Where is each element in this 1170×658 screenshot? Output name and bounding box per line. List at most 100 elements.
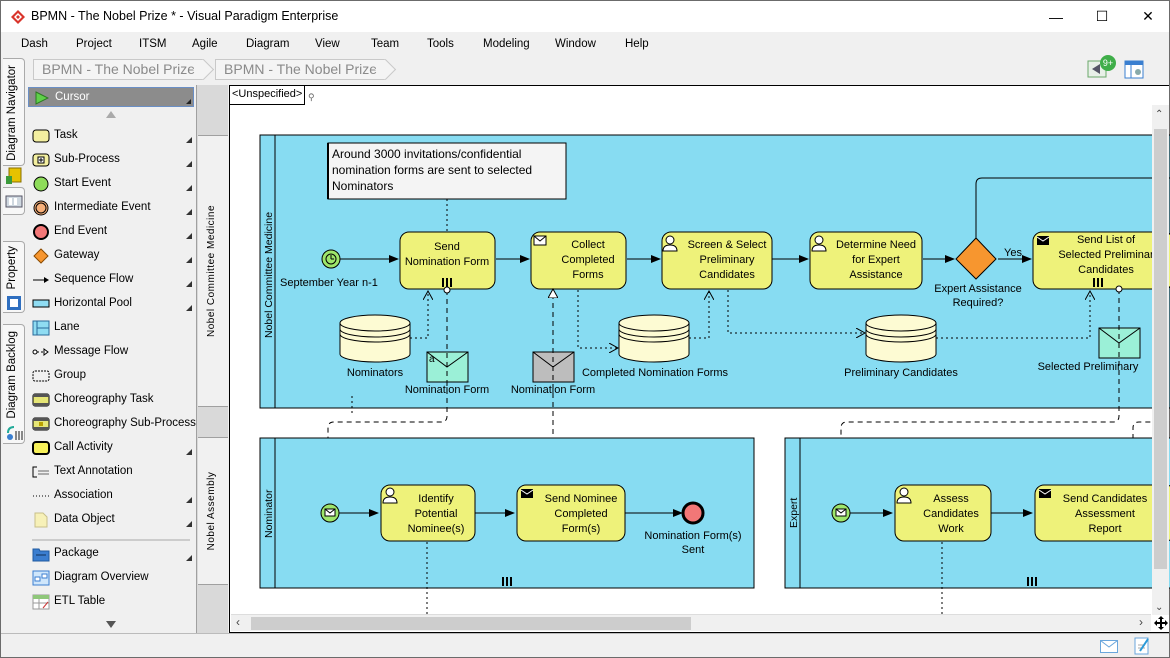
palette-item-gateway[interactable]: Gateway — [28, 245, 194, 267]
menu-itsm[interactable]: ITSM — [139, 38, 166, 50]
palette-item-text-annotation[interactable]: Text Annotation — [28, 461, 194, 483]
start-timer-event[interactable] — [321, 249, 341, 269]
palette-item-package[interactable]: Package — [28, 543, 194, 565]
svg-text:Screen & Select: Screen & Select — [688, 239, 767, 251]
palette-cursor[interactable]: Cursor — [28, 87, 194, 107]
task-determine-need[interactable]: Determine Need for Expert Assistance — [809, 231, 923, 290]
palette-item-intermediate-event[interactable]: Intermediate Event — [28, 197, 194, 219]
scope-selector[interactable]: <Unspecified> — [230, 86, 306, 105]
menu-diagram[interactable]: Diagram — [246, 38, 289, 50]
palette-item-data-object[interactable]: Data Object — [28, 509, 194, 531]
palette-item-start-event[interactable]: Start Event — [28, 173, 194, 195]
datastore-label: Nominators — [347, 367, 404, 379]
svg-text:Report: Report — [1088, 523, 1121, 535]
palette-item-etl-table[interactable]: ETL Table — [28, 591, 194, 613]
app-window: BPMN - The Nobel Prize * - Visual Paradi… — [0, 0, 1170, 658]
palette-item-sub-process[interactable]: Sub-Process — [28, 149, 194, 171]
task-send-nominee-form[interactable]: Send Nominee Completed Form(s) — [516, 484, 626, 542]
menu-agile[interactable]: Agile — [192, 38, 218, 50]
pan-move-icon[interactable] — [1153, 615, 1169, 631]
datastore-nominators[interactable] — [339, 314, 411, 363]
expand-triangle[interactable] — [186, 555, 192, 561]
expand-triangle[interactable] — [186, 185, 192, 191]
gateway-label: Required? — [953, 297, 1004, 309]
scroll-down-icon[interactable]: ⌄ — [1155, 602, 1163, 613]
palette-item-group[interactable]: Group — [28, 365, 194, 387]
menu-view[interactable]: View — [315, 38, 340, 50]
datastore-preliminary-candidates[interactable] — [865, 314, 937, 363]
palette-item-end-event[interactable]: End Event — [28, 221, 194, 243]
task-send-nomination-form[interactable]: Send Nomination Form — [399, 231, 496, 290]
datastore-completed-forms[interactable] — [618, 314, 690, 363]
task-send-list[interactable]: Send List of Selected Preliminar Candida… — [1032, 231, 1170, 290]
palette-item-association[interactable]: Association — [28, 485, 194, 507]
expand-triangle[interactable] — [186, 305, 192, 311]
expand-triangle[interactable] — [186, 161, 192, 167]
minimize-button[interactable]: — — [1033, 1, 1079, 32]
task-screen-select[interactable]: Screen & Select Preliminary Candidates — [661, 231, 773, 290]
pool-nav-committee[interactable]: Nobel Committee Medicine — [198, 135, 228, 407]
task-send-assessment-report[interactable]: Send Candidates Assessment Report — [1034, 484, 1170, 542]
vertical-scroll-thumb[interactable] — [1154, 129, 1167, 569]
menu-dash[interactable]: Dash — [21, 38, 48, 50]
expand-triangle[interactable] — [186, 233, 192, 239]
palette-item-choreography-sub-process[interactable]: Choreography Sub-Process — [28, 413, 196, 435]
edit-document-icon[interactable] — [1134, 637, 1150, 655]
task-collect-completed-forms[interactable]: Collect Completed Forms — [530, 231, 627, 290]
expand-triangle[interactable] — [186, 521, 192, 527]
bpmn-diagram[interactable]: Nobel Committee Medicine Around 3000 inv… — [230, 86, 1170, 634]
maximize-button[interactable]: ☐ — [1079, 1, 1125, 32]
breadcrumb-item-project[interactable]: BPMN - The Nobel Prize — [33, 59, 204, 80]
palette-item-lane[interactable]: Lane — [28, 317, 194, 339]
tab-model-explorer[interactable] — [3, 187, 25, 215]
panel-layout-icon[interactable] — [1123, 58, 1145, 80]
palette-item-call-activity[interactable]: Call Activity — [28, 437, 194, 459]
close-button[interactable]: ✕ — [1125, 1, 1170, 32]
horizontal-scroll-thumb[interactable] — [251, 617, 691, 630]
start-message-event-nominator[interactable] — [320, 503, 340, 523]
tab-diagram-backlog[interactable]: Diagram Backlog — [3, 324, 25, 444]
palette-item-label: Text Annotation — [54, 465, 133, 477]
menu-window[interactable]: Window — [555, 38, 596, 50]
start-message-event-expert[interactable] — [831, 503, 851, 523]
menu-project[interactable]: Project — [76, 38, 112, 50]
breadcrumb: BPMN - The Nobel Prize BPMN - The Nobel … — [33, 59, 386, 80]
svg-text:Candidates: Candidates — [923, 508, 979, 520]
expand-triangle[interactable] — [186, 257, 192, 263]
scroll-up-icon[interactable]: ⌃ — [1155, 109, 1163, 120]
palette-item-horizontal-pool[interactable]: Horizontal Pool — [28, 293, 194, 315]
end-event-forms-sent[interactable] — [681, 501, 705, 525]
palette-item-choreography-task[interactable]: Choreography Task — [28, 389, 194, 411]
expand-triangle[interactable] — [186, 497, 192, 503]
notification-badge: 9+ — [1100, 55, 1116, 71]
menu-help[interactable]: Help — [625, 38, 649, 50]
expand-triangle[interactable] — [186, 137, 192, 143]
tab-property[interactable]: Property — [3, 241, 25, 313]
vertical-scrollbar[interactable]: ⌃ ⌄ — [1152, 105, 1169, 615]
breadcrumb-item-diagram[interactable]: BPMN - The Nobel Prize — [215, 59, 386, 80]
mail-icon[interactable] — [1100, 640, 1118, 653]
call-activity-icon — [32, 441, 50, 455]
palette-item-task[interactable]: Task — [28, 125, 194, 147]
menu-tools[interactable]: Tools — [427, 38, 454, 50]
palette-scroll-up[interactable] — [106, 111, 116, 118]
palette-scroll-down[interactable] — [106, 621, 116, 628]
tab-diagram-navigator[interactable]: Diagram Navigator — [3, 58, 25, 184]
pool-nav-assembly[interactable]: Nobel Assembly — [198, 437, 228, 585]
palette-item-label: Lane — [54, 321, 80, 333]
search-icon[interactable]: ⚲ — [308, 92, 315, 103]
scroll-left-icon[interactable]: ‹ — [236, 615, 240, 629]
menu-modeling[interactable]: Modeling — [483, 38, 530, 50]
expand-triangle[interactable] — [186, 449, 192, 455]
palette-item-diagram-overview[interactable]: Diagram Overview — [28, 567, 194, 589]
expand-triangle[interactable] — [186, 281, 192, 287]
menu-team[interactable]: Team — [371, 38, 399, 50]
palette-item-message-flow[interactable]: Message Flow — [28, 341, 194, 363]
expand-triangle[interactable] — [186, 209, 192, 215]
palette-separator — [32, 539, 190, 541]
diagram-canvas[interactable]: Nobel Committee Medicine Around 3000 inv… — [229, 85, 1170, 634]
scroll-right-icon[interactable]: › — [1139, 615, 1143, 629]
horizontal-scrollbar[interactable]: ‹ › — [231, 614, 1151, 631]
notifications-button[interactable]: 9+ — [1087, 55, 1116, 80]
palette-item-sequence-flow[interactable]: Sequence Flow — [28, 269, 194, 291]
